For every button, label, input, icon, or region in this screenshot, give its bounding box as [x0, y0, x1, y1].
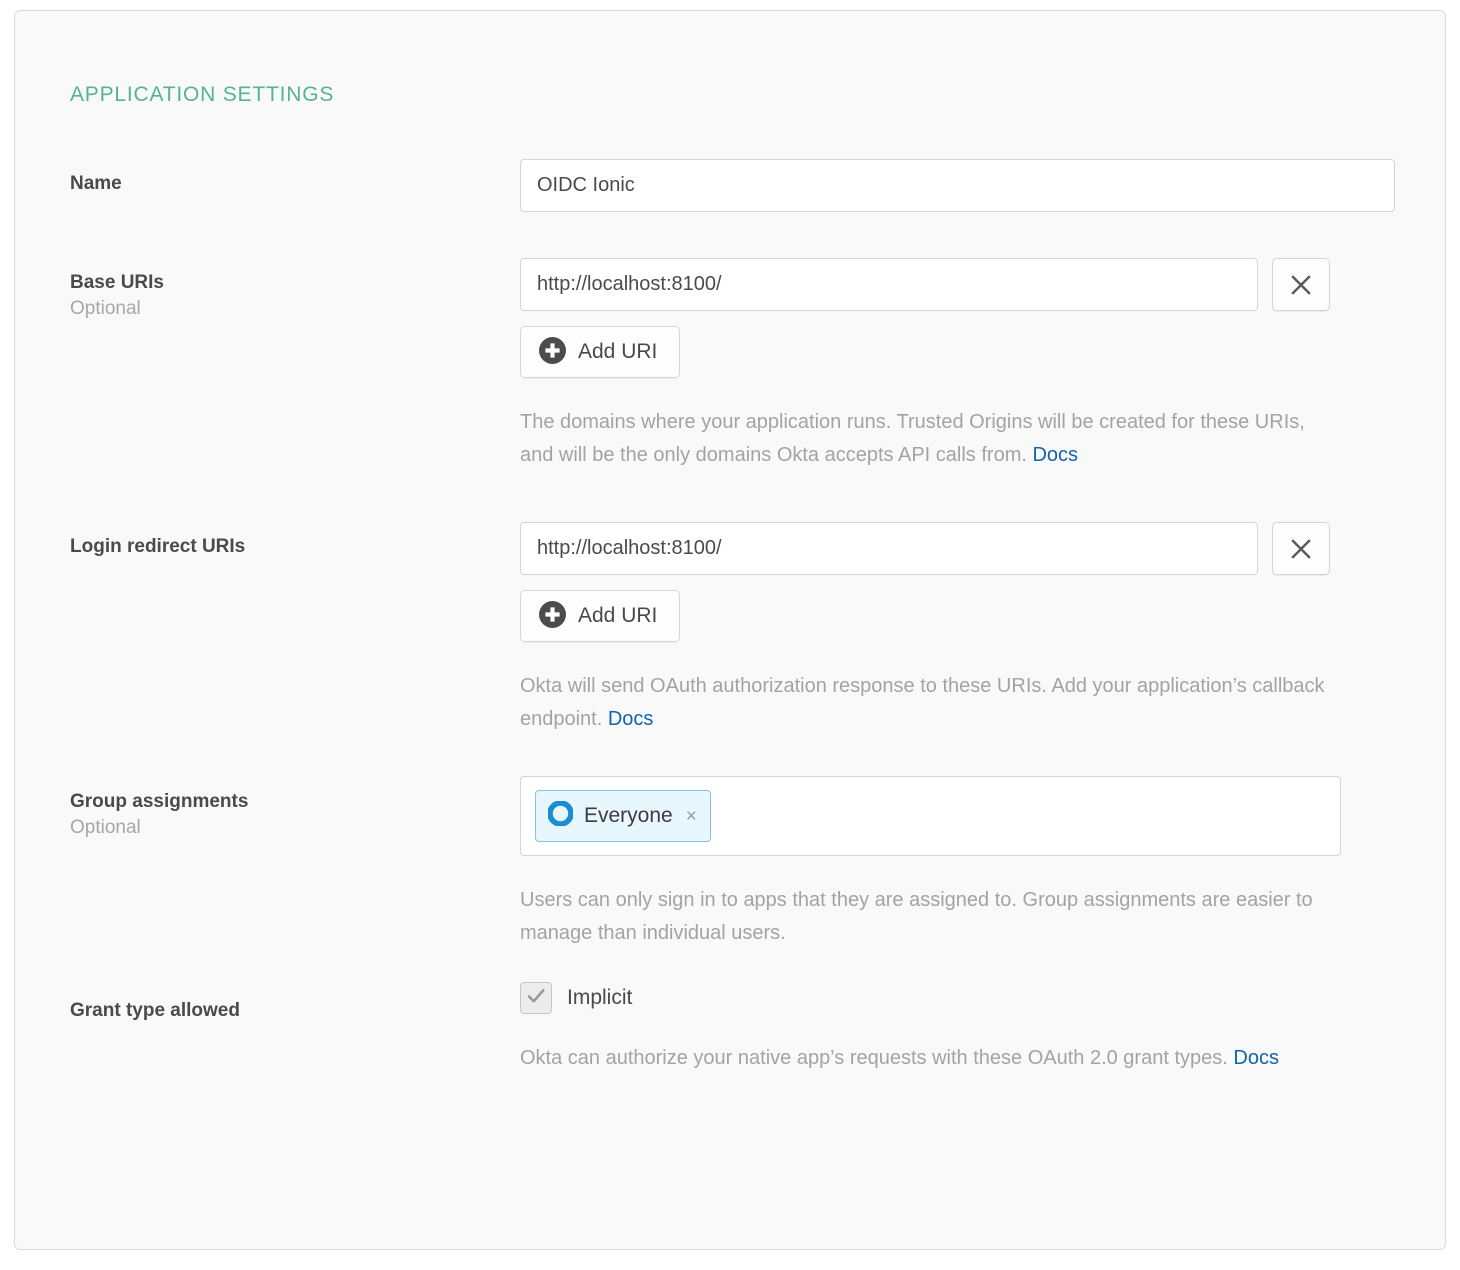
implicit-checkbox[interactable] — [520, 982, 552, 1014]
group-assignments-field[interactable]: Everyone × — [520, 776, 1341, 856]
control-base-uris: Add URI The domains where your applicati… — [520, 258, 1445, 472]
label-base-uris: Base URIs Optional — [15, 258, 520, 321]
form-row-grant-type-allowed: Grant type allowed Implicit Okta can aut… — [15, 982, 1445, 1075]
group-assignments-help-body: Users can only sign in to apps that they… — [520, 889, 1313, 944]
form-row-base-uris: Base URIs Optional — [15, 258, 1445, 472]
page-title: APPLICATION SETTINGS — [70, 83, 334, 107]
form-row-group-assignments: Group assignments Optional Everyone × — [15, 776, 1445, 950]
add-base-uri-button[interactable]: Add URI — [520, 326, 680, 378]
grant-type-help-text: Okta can authorize your native app’s req… — [520, 1042, 1330, 1075]
close-icon — [1290, 538, 1312, 560]
implicit-checkbox-row[interactable]: Implicit — [520, 982, 1395, 1014]
settings-form: Name Base URIs Optional — [15, 159, 1445, 1075]
remove-base-uri-button[interactable] — [1272, 258, 1330, 311]
label-grant-type-allowed: Grant type allowed — [15, 982, 520, 1024]
base-uris-help-text: The domains where your application runs.… — [520, 406, 1330, 472]
label-login-redirect-uris-title: Login redirect URIs — [70, 534, 520, 560]
control-group-assignments: Everyone × Users can only sign in to app… — [520, 776, 1445, 950]
implicit-checkbox-label: Implicit — [567, 986, 632, 1010]
base-uri-input[interactable] — [520, 258, 1258, 311]
group-assignments-help-text: Users can only sign in to apps that they… — [520, 884, 1330, 950]
form-row-name: Name — [15, 159, 1445, 212]
add-login-redirect-uri-button[interactable]: Add URI — [520, 590, 680, 642]
group-chip-label: Everyone — [584, 804, 673, 828]
add-login-redirect-uri-label: Add URI — [578, 604, 657, 628]
login-redirect-uris-help-text: Okta will send OAuth authorization respo… — [520, 670, 1330, 736]
control-name — [520, 159, 1445, 212]
login-redirect-uris-docs-link[interactable]: Docs — [608, 708, 654, 730]
label-group-assignments: Group assignments Optional — [15, 776, 520, 840]
group-chip-everyone[interactable]: Everyone × — [535, 790, 711, 842]
label-grant-type-allowed-title: Grant type allowed — [70, 998, 520, 1024]
label-login-redirect-uris: Login redirect URIs — [15, 522, 520, 560]
plus-circle-icon — [539, 601, 566, 631]
grant-type-docs-link[interactable]: Docs — [1233, 1047, 1279, 1069]
okta-group-ring-icon — [548, 801, 573, 831]
grant-type-help-body: Okta can authorize your native app’s req… — [520, 1047, 1233, 1069]
plus-circle-icon — [539, 337, 566, 367]
name-input[interactable] — [520, 159, 1395, 212]
label-base-uris-optional: Optional — [70, 296, 520, 322]
label-base-uris-title: Base URIs — [70, 270, 520, 296]
base-uris-help-body: The domains where your application runs.… — [520, 411, 1305, 466]
remove-login-redirect-uri-button[interactable] — [1272, 522, 1330, 575]
login-redirect-uri-entry — [520, 522, 1395, 575]
login-redirect-uri-input[interactable] — [520, 522, 1258, 575]
form-row-login-redirect-uris: Login redirect URIs — [15, 522, 1445, 736]
control-grant-type-allowed: Implicit Okta can authorize your native … — [520, 982, 1445, 1075]
control-login-redirect-uris: Add URI Okta will send OAuth authorizati… — [520, 522, 1445, 736]
checkmark-icon — [525, 985, 547, 1012]
label-name-title: Name — [70, 171, 520, 197]
base-uri-entry — [520, 258, 1395, 311]
label-name: Name — [15, 159, 520, 197]
application-settings-card: APPLICATION SETTINGS Name Base URIs Opti… — [14, 10, 1446, 1250]
group-chip-remove-icon[interactable]: × — [684, 807, 697, 826]
label-group-assignments-title: Group assignments — [70, 789, 520, 815]
close-icon — [1290, 274, 1312, 296]
label-group-assignments-optional: Optional — [70, 815, 520, 841]
add-base-uri-label: Add URI — [578, 340, 657, 364]
base-uris-docs-link[interactable]: Docs — [1032, 444, 1078, 466]
